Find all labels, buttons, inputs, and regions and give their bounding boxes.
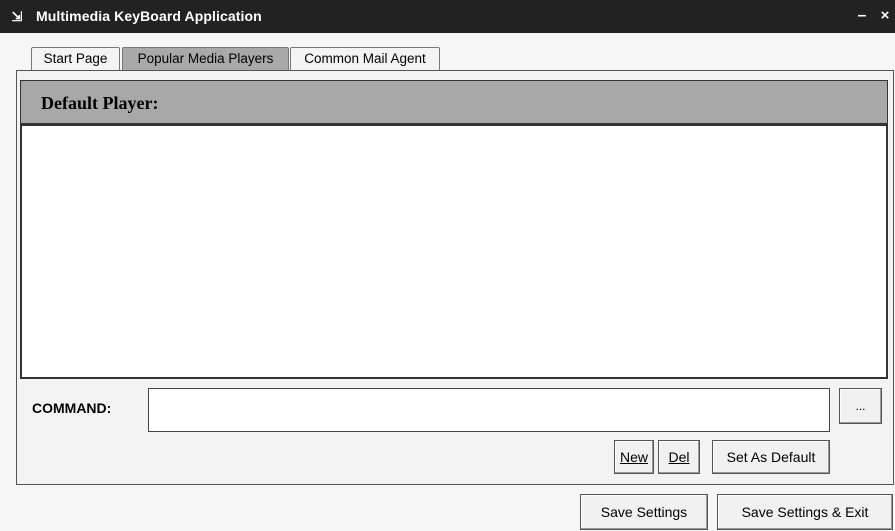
tab-popular-media-players[interactable]: Popular Media Players: [122, 47, 289, 71]
app-window: ⇲ Multimedia KeyBoard Application – × St…: [0, 0, 895, 531]
command-label: COMMAND:: [32, 400, 112, 416]
minimize-button[interactable]: –: [853, 6, 871, 26]
set-as-default-button[interactable]: Set As Default: [712, 440, 830, 474]
close-button[interactable]: ×: [876, 6, 894, 26]
del-button[interactable]: Del: [658, 440, 700, 474]
tab-common-mail-agent[interactable]: Common Mail Agent: [290, 47, 440, 70]
default-player-label: Default Player:: [41, 93, 159, 113]
save-settings-exit-button[interactable]: Save Settings & Exit: [717, 494, 893, 530]
tab-start-page[interactable]: Start Page: [31, 47, 120, 70]
title-bar[interactable]: ⇲ Multimedia KeyBoard Application – ×: [0, 0, 895, 33]
default-player-header: Default Player:: [20, 80, 888, 124]
app-icon[interactable]: ⇲: [9, 9, 25, 25]
new-button-label: New: [619, 449, 648, 465]
window-title: Multimedia KeyBoard Application: [36, 8, 262, 24]
new-button[interactable]: New: [614, 440, 654, 474]
save-settings-button[interactable]: Save Settings: [580, 494, 708, 530]
browse-button[interactable]: ...: [839, 388, 882, 424]
del-button-label: Del: [668, 449, 690, 465]
command-input[interactable]: [148, 388, 830, 432]
player-list[interactable]: [20, 124, 888, 379]
